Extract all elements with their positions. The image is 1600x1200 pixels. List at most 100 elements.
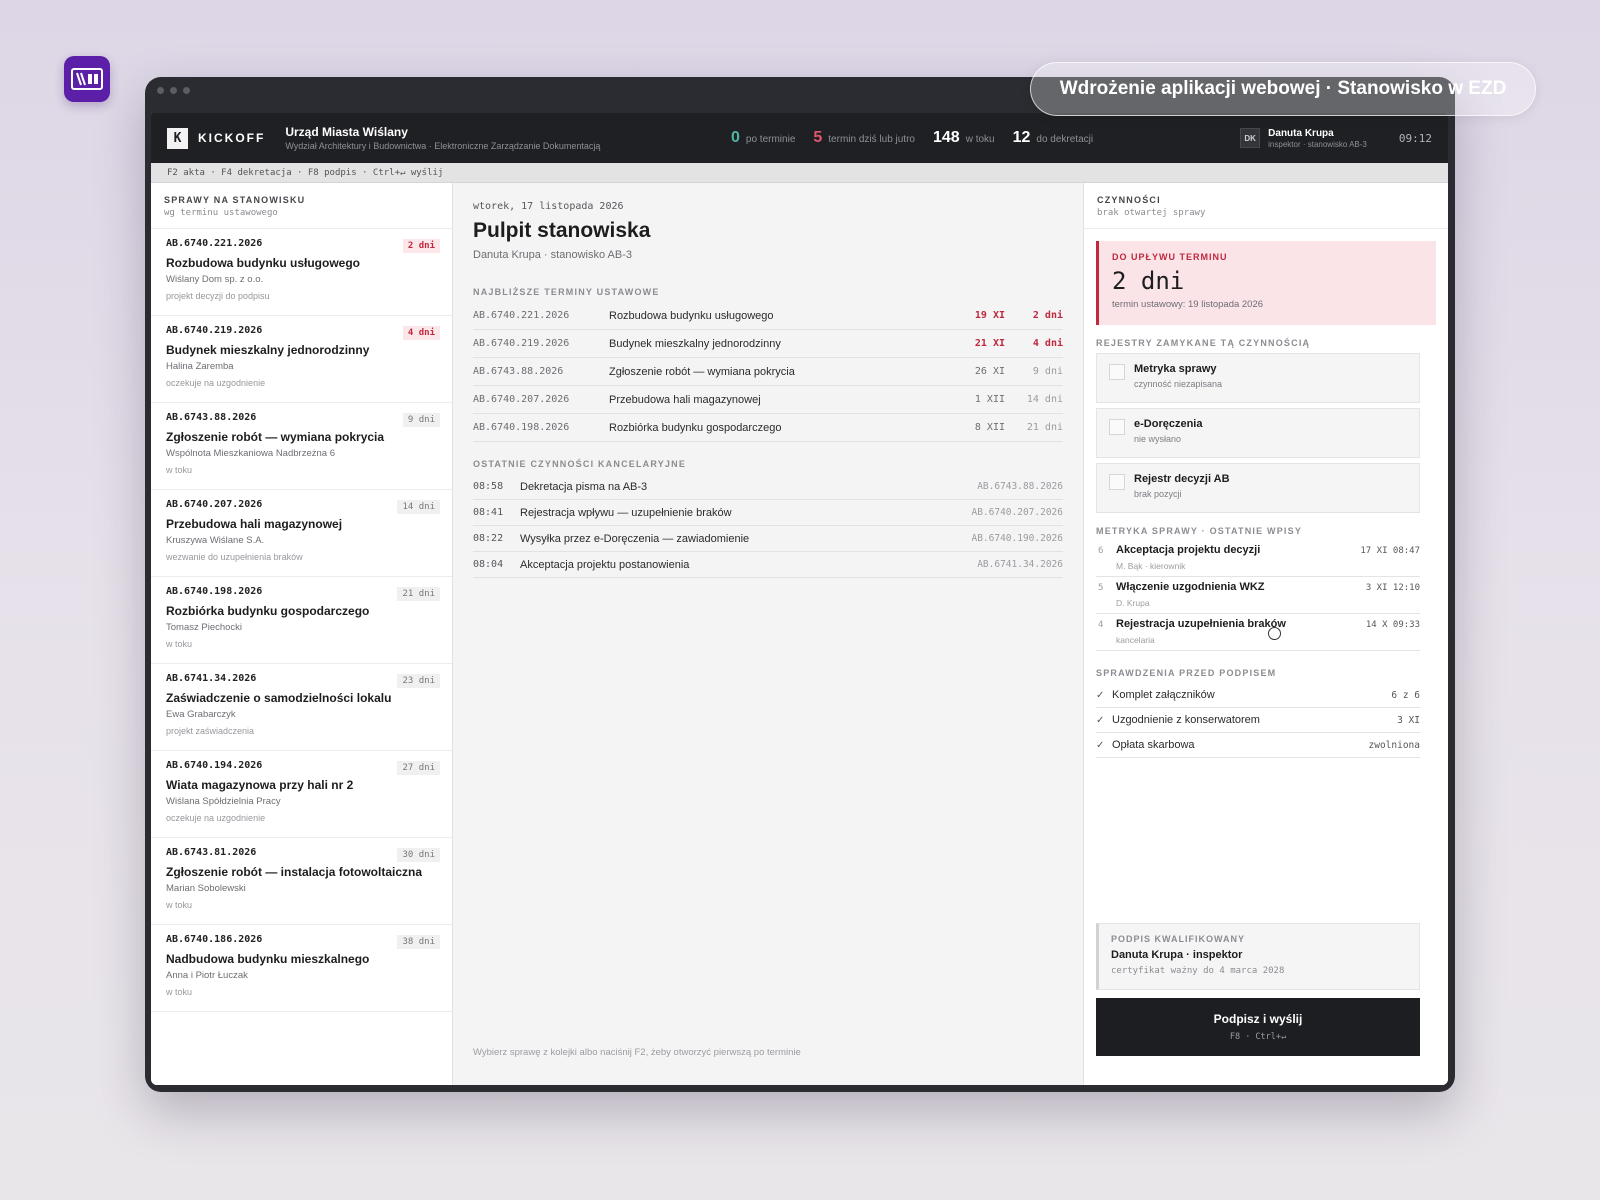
case-item[interactable]: AB.6743.88.2026 Zgłoszenie robót — wymian…	[151, 403, 452, 490]
case-item[interactable]: AB.6740.221.2026 Rozbudowa budynku usługo…	[151, 229, 452, 316]
case-item[interactable]: AB.6740.194.2026 Wiata magazynowa przy ha…	[151, 751, 452, 838]
deadline-name: Rozbiórka budynku gospodarczego	[609, 421, 782, 434]
avatar: DK	[1240, 128, 1261, 148]
deadline-value: 2 dni	[1112, 267, 1185, 295]
case-status: w toku	[166, 639, 193, 649]
activity-name: Akceptacja projektu postanowienia	[520, 558, 690, 571]
stat-label: po terminie	[745, 134, 796, 145]
deadline-row[interactable]: AB.6743.88.2026 Zgłoszenie robót — wymian…	[473, 358, 1063, 386]
deadline-row[interactable]: AB.6740.219.2026 Budynek mieszkalny jedno…	[473, 330, 1063, 358]
check-value: 6 z 6	[1391, 689, 1420, 701]
stat-value: 148	[932, 129, 960, 146]
check-value: zwolniona	[1368, 739, 1420, 751]
check-name: Opłata skarbowa	[1112, 739, 1195, 751]
register-item[interactable]: Rejestr decyzji AB brak pozycji	[1096, 463, 1420, 513]
signature-label: PODPIS KWALIFIKOWANY	[1111, 934, 1246, 944]
days-badge: 21 dni	[397, 587, 440, 601]
stat-value: 0	[731, 129, 740, 146]
actions-title: CZYNNOŚCI	[1097, 195, 1161, 205]
activity-time: 08:41	[473, 507, 504, 518]
sign-and-send-button[interactable]: Podpisz i wyślij F8 · Ctrl+↵	[1096, 998, 1420, 1056]
deadline-row[interactable]: AB.6740.207.2026 Przebudowa hali magazyno…	[473, 386, 1063, 414]
activity-signature: AB.6740.207.2026	[971, 507, 1063, 518]
case-signature: AB.6740.221.2026	[166, 238, 263, 249]
dashboard-date: wtorek, 17 listopada 2026	[473, 201, 624, 212]
case-signature: AB.6743.88.2026	[166, 412, 257, 423]
case-title: Zaświadczenie o samodzielności lokalu	[166, 691, 392, 705]
case-party: Ewa Grabarczyk	[166, 709, 236, 720]
log-name: Akceptacja projektu decyzji	[1116, 544, 1261, 556]
case-status: w toku	[166, 987, 193, 997]
case-party: Marian Sobolewski	[166, 883, 246, 894]
log-name: Włączenie uzgodnienia WKZ	[1116, 581, 1265, 593]
signature-name: Danuta Krupa · inspektor	[1111, 949, 1243, 961]
case-status: oczekuje na uzgodnienie	[166, 378, 266, 388]
activity-row[interactable]: 08:58 Dekretacja pisma na AB-3 AB.6743.88.…	[473, 474, 1063, 500]
log-timestamp: 17 XI 08:47	[1360, 546, 1420, 556]
case-party: Wiślany Dom sp. z o.o.	[166, 274, 264, 285]
activities-label: OSTATNIE CZYNNOŚCI KANCELARYJNE	[473, 459, 687, 469]
case-item[interactable]: AB.6740.219.2026 Budynek mieszkalny jedno…	[151, 316, 452, 403]
deadline-label: DO UPŁYWU TERMINU	[1112, 252, 1228, 262]
user-panel[interactable]: DK Danuta Krupa inspektor · stanowisko A…	[1240, 113, 1432, 163]
deadline-date: 1 XII	[974, 394, 1005, 405]
days-badge: 9 dni	[402, 413, 440, 427]
log-name: Rejestracja uzupełnienia braków	[1116, 618, 1286, 630]
case-item[interactable]: AB.6741.34.2026 Zaświadczenie o samodziel…	[151, 664, 452, 751]
deadline-note: termin ustawowy: 19 listopada 2026	[1112, 299, 1264, 310]
register-item[interactable]: e-Doręczenia nie wysłano	[1096, 408, 1420, 458]
device-frame: K KICKOFF Urząd Miasta Wiślany Wydział A…	[145, 77, 1455, 1092]
activity-row[interactable]: 08:41 Rejestracja wpływu — uzupełnienie b…	[473, 500, 1063, 526]
case-party: Wiślana Spółdzielnia Pracy	[166, 796, 281, 807]
activity-name: Dekretacja pisma na AB-3	[520, 480, 648, 493]
register-name: Rejestr decyzji AB	[1134, 473, 1230, 485]
deadline-row[interactable]: AB.6740.221.2026 Rozbudowa budynku usługo…	[473, 302, 1063, 330]
org-name: Urząd Miasta Wiślany	[285, 125, 408, 139]
register-checkbox[interactable]	[1109, 419, 1125, 435]
deadline-days: 9 dni	[1032, 366, 1063, 377]
log-number: 4	[1098, 620, 1104, 630]
actions-header: CZYNNOŚCI brak otwartej sprawy	[1084, 183, 1448, 229]
case-item[interactable]: AB.6743.81.2026 Zgłoszenie robót — instal…	[151, 838, 452, 925]
stat-value: 12	[1012, 129, 1031, 146]
activity-row[interactable]: 08:04 Akceptacja projektu postanowienia AB…	[473, 552, 1063, 578]
header-stats: 0 po terminie 5 termin dziś lub jutro 148 w t…	[731, 113, 1093, 163]
deadlines-label: NAJBLIŻSZE TERMINY USTAWOWE	[473, 287, 660, 297]
deadline-days: 4 dni	[1032, 338, 1063, 349]
case-item[interactable]: AB.6740.198.2026 Rozbiórka budynku gospod…	[151, 577, 452, 664]
register-checkbox[interactable]	[1109, 474, 1125, 490]
case-item[interactable]: AB.6740.186.2026 Nadbudowa budynku mieszk…	[151, 925, 452, 1012]
activity-row[interactable]: 08:22 Wysyłka przez e-Doręczenia — zawiad…	[473, 526, 1063, 552]
deadline-name: Zgłoszenie robót — wymiana pokrycia	[609, 365, 795, 378]
register-item[interactable]: Metryka sprawy czynność niezapisana	[1096, 353, 1420, 403]
register-status: brak pozycji	[1134, 489, 1182, 499]
case-list: AB.6740.221.2026 Rozbudowa budynku usługo…	[151, 229, 452, 1012]
window-dots	[157, 87, 190, 94]
app-logo-icon	[71, 68, 103, 90]
log-label: METRYKA SPRAWY · OSTATNIE WPISY	[1096, 526, 1303, 536]
page-subtitle: Danuta Krupa · stanowisko AB-3	[473, 249, 632, 261]
shortcuts-bar: F2 akta · F4 dekretacja · F8 podpis · Ct…	[151, 163, 1448, 183]
case-status: oczekuje na uzgodnienie	[166, 813, 266, 823]
check-name: Uzgodnienie z konserwatorem	[1112, 714, 1260, 726]
case-queue-subtitle: wg terminu ustawowego	[164, 208, 278, 218]
stat-label: do dekretacji	[1036, 134, 1094, 145]
log-number: 5	[1098, 583, 1104, 593]
org-subtitle: Wydział Architektury i Budownictwa · Ele…	[285, 141, 601, 151]
deadline-signature: AB.6740.219.2026	[473, 338, 570, 349]
brand[interactable]: K KICKOFF	[167, 127, 265, 149]
register-checkbox[interactable]	[1109, 364, 1125, 380]
check-name: Komplet załączników	[1112, 689, 1215, 701]
case-title: Zgłoszenie robót — instalacja fotowoltai…	[166, 865, 423, 879]
check-value: 3 XI	[1397, 714, 1420, 726]
days-badge: 23 dni	[397, 674, 440, 688]
check-icon: ✓	[1096, 689, 1105, 701]
header-stat: 0 po terminie	[731, 129, 795, 147]
deadline-row[interactable]: AB.6740.198.2026 Rozbiórka budynku gospod…	[473, 414, 1063, 442]
check-icon: ✓	[1096, 739, 1105, 751]
case-party: Kruszywa Wiślane S.A.	[166, 535, 265, 546]
case-item[interactable]: AB.6740.207.2026 Przebudowa hali magazyno…	[151, 490, 452, 577]
deadline-signature: AB.6740.221.2026	[473, 310, 570, 321]
activity-time: 08:22	[473, 533, 504, 544]
caption-pill: Wdrożenie aplikacji webowej · Stanowisko…	[1030, 62, 1536, 116]
